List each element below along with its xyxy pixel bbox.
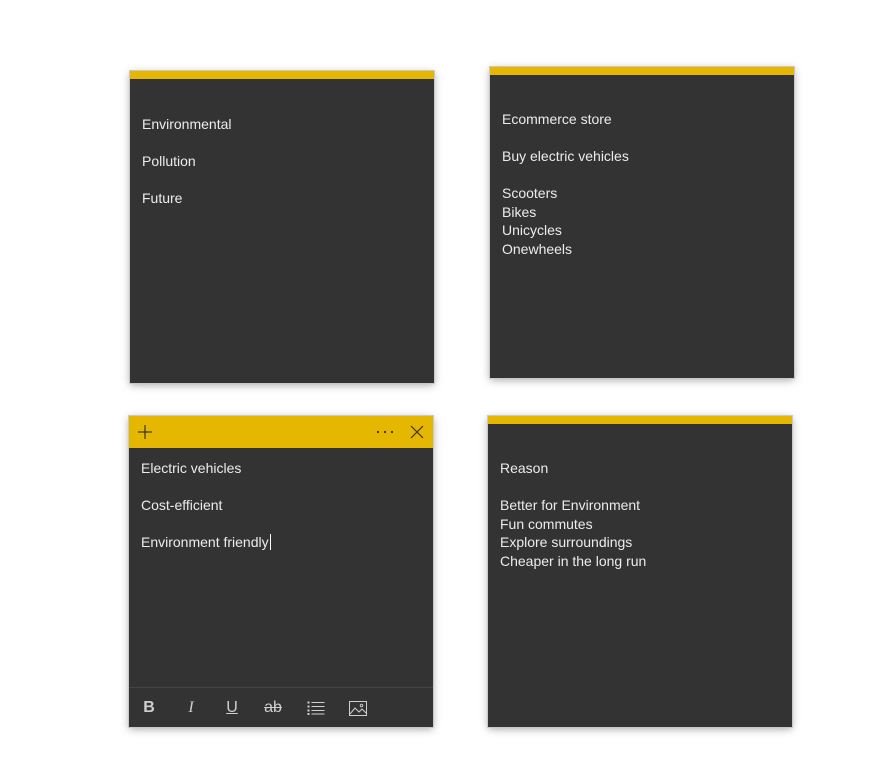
- bold-button[interactable]: B: [136, 696, 162, 720]
- note-line: Bikes: [502, 203, 537, 220]
- note-line: Cheaper in the long run: [500, 552, 647, 569]
- note-line-empty: [502, 166, 782, 185]
- note-body[interactable]: Ecommerce store Buy electric vehicles Sc…: [502, 110, 782, 258]
- note-line-text: Environment friendly: [141, 534, 269, 550]
- note-line: Fun commutes: [500, 515, 593, 532]
- note-line-empty: [500, 478, 780, 497]
- note-header[interactable]: [129, 416, 433, 448]
- format-toolbar: B I U ab: [129, 687, 433, 727]
- note-line-current: Environment friendly: [141, 533, 421, 552]
- note-color-strip[interactable]: [488, 416, 792, 424]
- note-line: Electric vehicles: [141, 460, 242, 476]
- note-line: Onewheels: [502, 240, 573, 257]
- note-color-strip[interactable]: [130, 71, 434, 79]
- note-line-empty: [502, 129, 782, 148]
- note-line: Unicycles: [502, 222, 562, 238]
- note-line: Pollution: [142, 153, 196, 169]
- close-icon: [410, 425, 424, 439]
- sticky-note-3-active[interactable]: Electric vehicles Cost-efficient Environ…: [128, 415, 434, 728]
- note-color-strip[interactable]: [490, 67, 794, 75]
- note-line-empty: [141, 478, 421, 497]
- new-note-button[interactable]: [129, 416, 161, 448]
- note-editor[interactable]: Electric vehicles Cost-efficient Environ…: [141, 459, 421, 552]
- plus-icon: [138, 425, 152, 439]
- more-icon: [376, 430, 394, 434]
- bullet-list-button[interactable]: [303, 696, 329, 720]
- sticky-note-4[interactable]: Reason Better for Environment Fun commut…: [487, 415, 793, 728]
- sticky-note-2[interactable]: Ecommerce store Buy electric vehicles Sc…: [489, 66, 795, 379]
- note-line: Reason: [500, 460, 549, 476]
- underline-button[interactable]: U: [219, 696, 245, 720]
- note-line: Scooters: [502, 185, 558, 201]
- image-icon: [349, 700, 367, 716]
- note-line: Buy electric vehicles: [502, 148, 629, 164]
- image-button[interactable]: [345, 696, 371, 720]
- note-body[interactable]: Environmental Pollution Future: [142, 115, 422, 208]
- menu-button[interactable]: [369, 416, 401, 448]
- italic-button[interactable]: I: [178, 696, 204, 720]
- note-body[interactable]: Reason Better for Environment Fun commut…: [500, 459, 780, 570]
- note-line: Future: [142, 190, 183, 206]
- note-line: Environmental: [142, 116, 232, 132]
- note-line: Ecommerce store: [502, 111, 612, 127]
- strikethrough-button[interactable]: ab: [260, 696, 286, 720]
- bullet-list-icon: [307, 701, 325, 715]
- note-line: Better for Environment: [500, 497, 641, 513]
- note-line: Cost-efficient: [141, 497, 223, 513]
- note-line-empty: [142, 134, 422, 153]
- note-line-empty: [141, 515, 421, 534]
- sticky-note-1[interactable]: Environmental Pollution Future: [129, 70, 435, 384]
- text-caret: [269, 534, 271, 550]
- note-line: Explore surroundings: [500, 534, 633, 550]
- note-line-empty: [142, 171, 422, 190]
- close-button[interactable]: [401, 416, 433, 448]
